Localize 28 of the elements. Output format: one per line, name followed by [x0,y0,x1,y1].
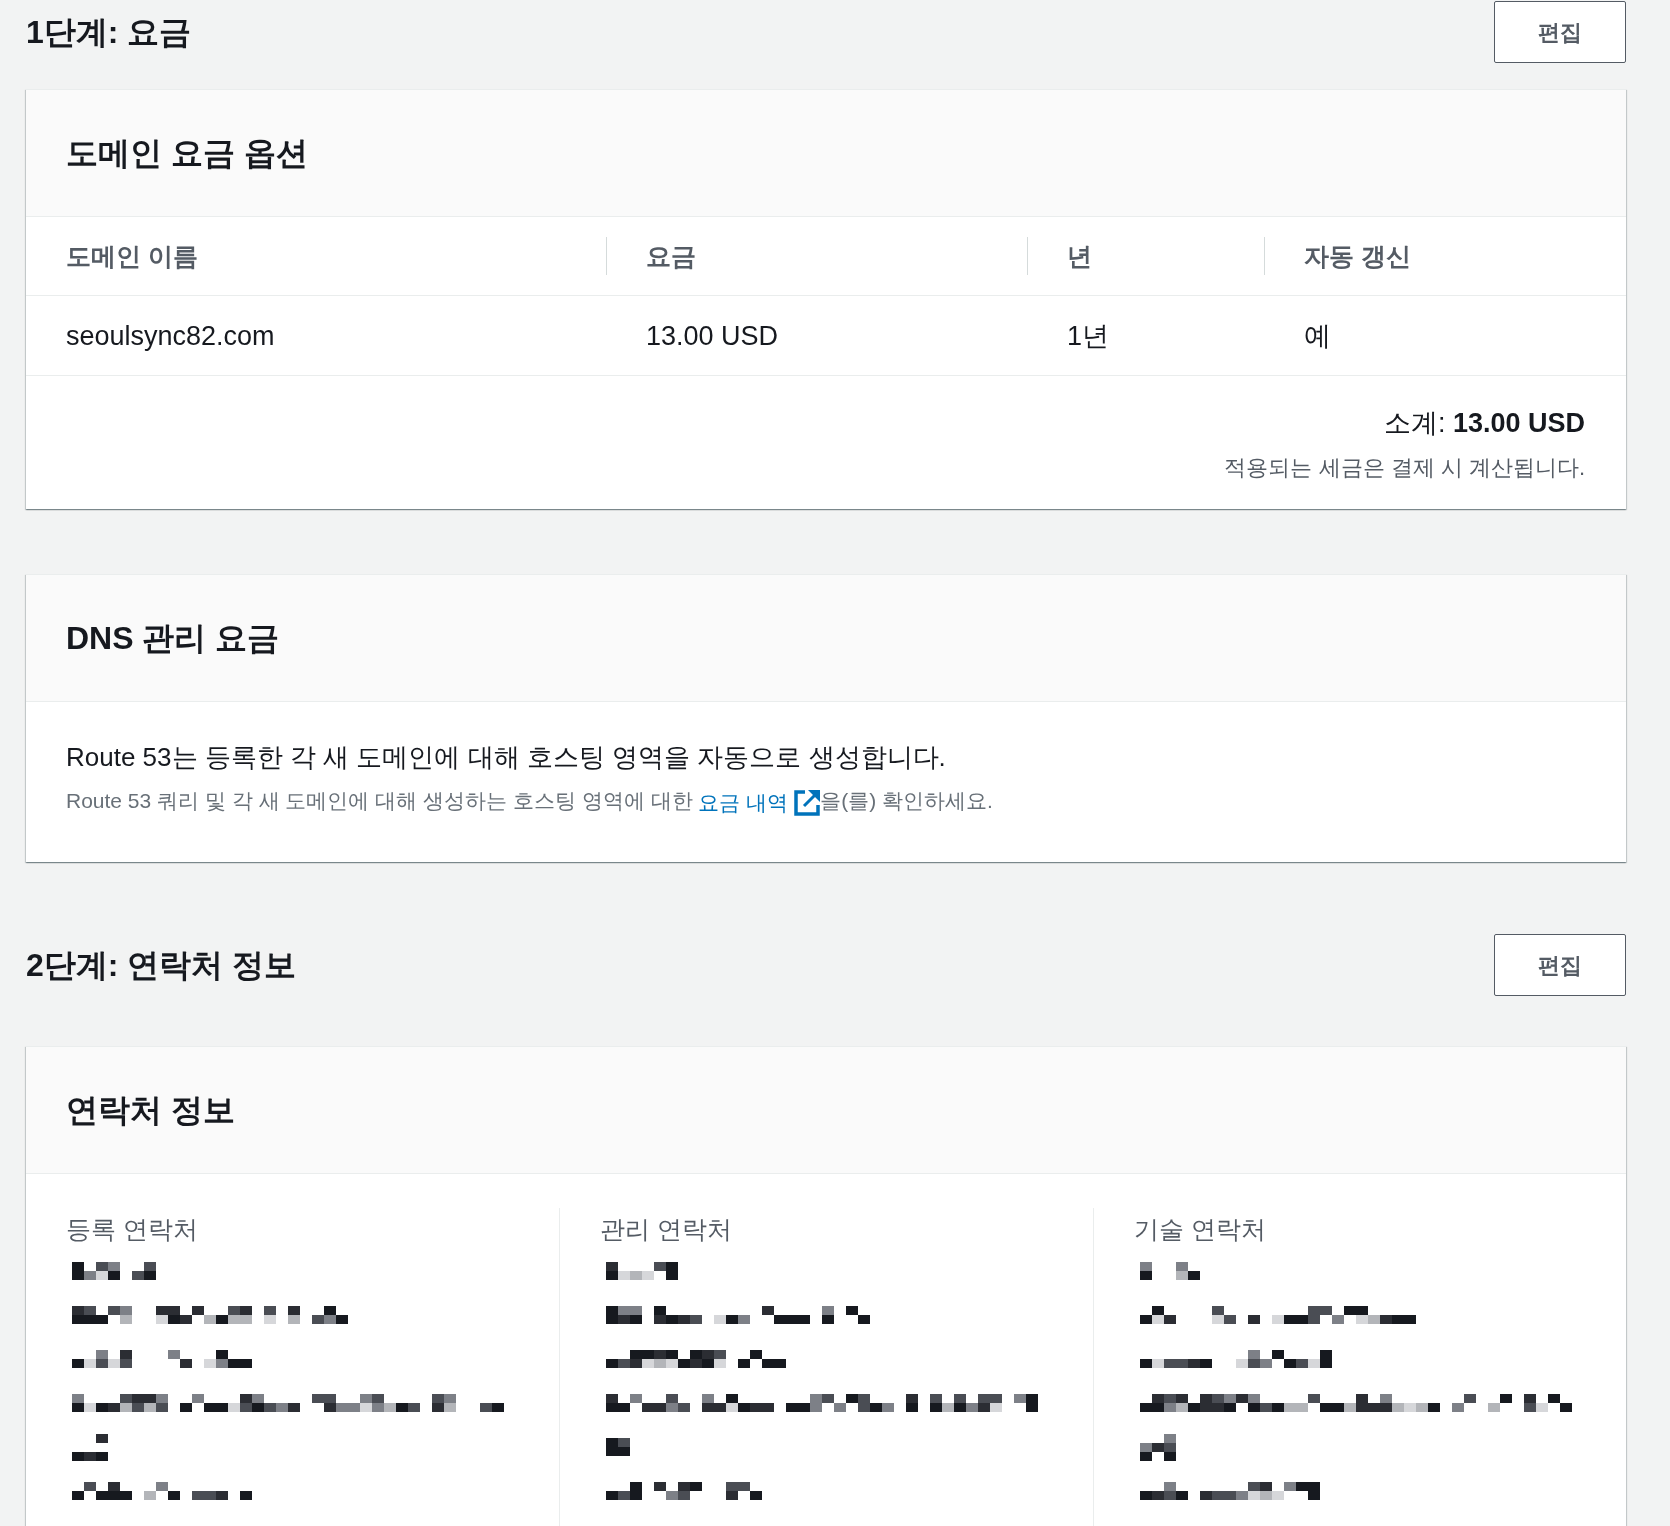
column-header: 년 [1067,241,1092,272]
section-heading: 1단계: 요금 [26,13,192,51]
pixelated-text [1139,1433,1176,1461]
description-text: Route 53는 등록한 각 새 도메인에 대해 호스팅 영역을 자동으로 생성합니다. [66,741,946,773]
pixelated-text [1139,1262,1200,1280]
external-link-icon [794,789,821,816]
tax-note: 적용되는 세금은 결제 시 계산됩니다. [1224,454,1585,482]
edit-button[interactable]: 편집 [1494,1,1626,63]
table-cell-text: 13.00 USD [646,319,779,353]
section-heading: 2단계: 연락처 정보 [26,946,297,984]
table-cell-text: 1년 [1067,319,1110,353]
column-header: 자동 갱신 [1304,241,1411,272]
card-title: 도메인 요금 옵션 [66,134,308,172]
contact-label: 관리 연락처 [600,1214,733,1245]
column-header: 요금 [646,241,696,272]
table-cell-text: seoulsync82.com [66,319,275,353]
pricing-note: Route 53 쿼리 및 각 새 도메인에 대해 생성하는 호스팅 영역에 대한 요금 내역 을(를) 확인하세요. [66,787,993,817]
card-title: DNS 관리 요금 [66,619,280,657]
pricing-link[interactable]: 요금 내역 [698,788,821,817]
subtotal-text: 소계: 13.00 USD [1383,407,1585,440]
pixelated-text [72,1433,108,1461]
edit-button[interactable]: 편집 [1494,934,1626,996]
column-header: 도메인 이름 [66,241,198,272]
contact-label: 기술 연락처 [1133,1214,1266,1245]
contact-label: 등록 연락처 [66,1214,198,1245]
card-title: 연락처 정보 [66,1091,235,1129]
table-cell-text: 예 [1304,319,1331,353]
pixelated-text [606,1438,631,1456]
